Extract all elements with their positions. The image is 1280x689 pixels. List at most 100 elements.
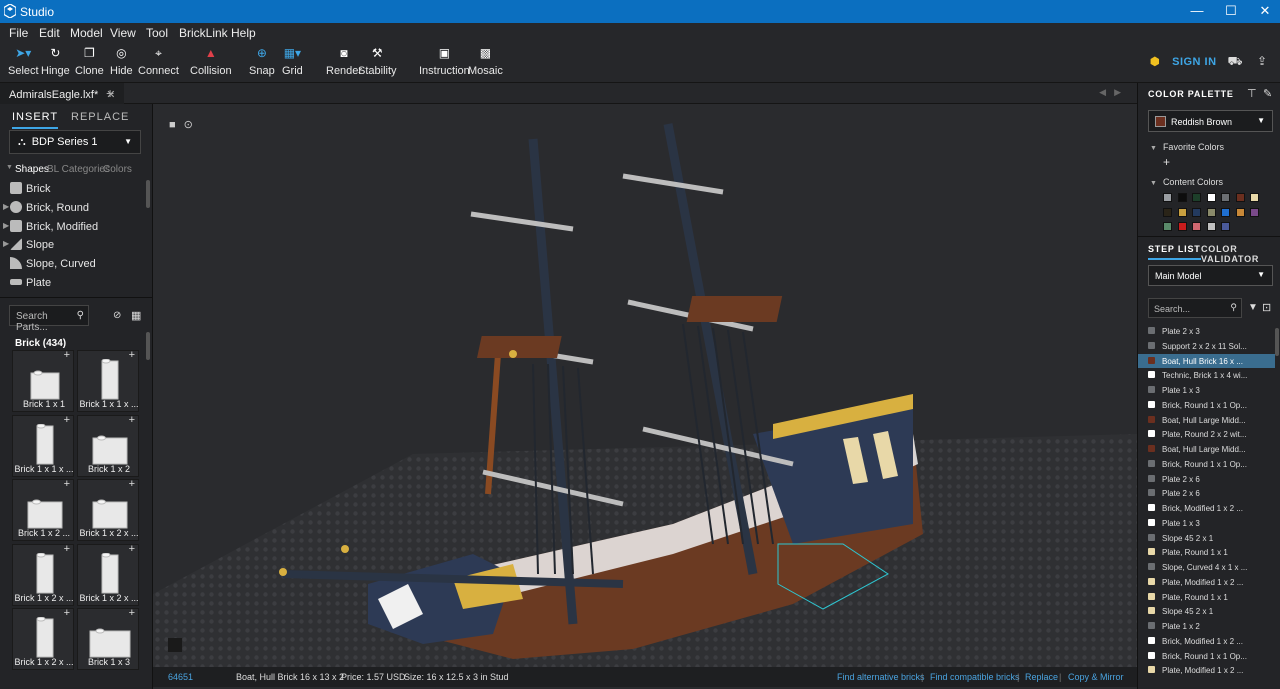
- menu-model[interactable]: Model: [70, 26, 103, 40]
- color-swatch[interactable]: [1250, 207, 1259, 217]
- step-list-item[interactable]: Plate, Round 1 x 1: [1138, 545, 1275, 560]
- menu-help[interactable]: Help: [231, 26, 256, 40]
- color-swatch[interactable]: [1163, 222, 1172, 231]
- step-list-item[interactable]: Slope 45 2 x 1: [1138, 531, 1275, 546]
- color-swatch[interactable]: [1192, 207, 1201, 217]
- cart-icon[interactable]: ⛟: [1226, 54, 1244, 72]
- shape-item-plate[interactable]: Plate: [0, 274, 146, 293]
- shape-item-brick-round[interactable]: ▶ Brick, Round: [0, 199, 146, 218]
- step-list-item[interactable]: Brick, Round 1 x 1 Op...: [1138, 398, 1275, 413]
- menu-edit[interactable]: Edit: [39, 26, 60, 40]
- color-swatch[interactable]: [1163, 207, 1172, 217]
- part-cell[interactable]: + Brick 1 x 2 ...: [12, 478, 74, 541]
- tab-scroll-arrows[interactable]: ◀▶: [1099, 87, 1129, 98]
- step-list-item[interactable]: Plate 2 x 6: [1138, 472, 1275, 487]
- eyedropper-icon[interactable]: ✎: [1263, 87, 1272, 100]
- step-list-item[interactable]: Plate, Modified 1 x 2 ...: [1138, 575, 1275, 590]
- clone-tool-button[interactable]: ❐ Clone: [75, 46, 104, 77]
- favorite-colors-section[interactable]: ▼ Favorite Colors: [1150, 142, 1224, 152]
- subtab-bl-categories[interactable]: BL Categories: [47, 164, 110, 175]
- part-cell[interactable]: + Brick 1 x 3: [77, 607, 139, 670]
- menu-file[interactable]: File: [9, 26, 28, 40]
- upload-icon[interactable]: ⇪: [1253, 54, 1271, 72]
- copy-mirror-link[interactable]: Copy & Mirror: [1068, 672, 1124, 682]
- hinge-tool-button[interactable]: ↻ Hinge: [41, 46, 70, 77]
- render-button[interactable]: ◙ Render: [326, 46, 362, 77]
- step-list-item[interactable]: Plate 2 x 6: [1138, 486, 1275, 501]
- hide-tool-button[interactable]: ◎ Hide: [110, 46, 133, 77]
- part-cell[interactable]: + Brick 1 x 2 x ...: [12, 607, 74, 670]
- color-swatch[interactable]: [1206, 222, 1216, 231]
- minimize-button[interactable]: —: [1182, 2, 1212, 20]
- step-list-item[interactable]: Technic, Brick 1 x 4 wi...: [1138, 368, 1275, 383]
- step-list-item[interactable]: Plate 1 x 3: [1138, 516, 1275, 531]
- step-list-item[interactable]: Plate, Round 2 x 2 wit...: [1138, 427, 1275, 442]
- link-icon[interactable]: ⊡: [1262, 301, 1271, 314]
- add-favorite-icon[interactable]: +: [1163, 155, 1170, 169]
- new-tab-button[interactable]: +: [106, 85, 114, 101]
- color-dropdown[interactable]: Reddish Brown ▼: [1148, 110, 1273, 132]
- part-cell[interactable]: + Brick 1 x 2 x ...: [77, 478, 139, 541]
- step-list-item[interactable]: Slope, Curved 4 x 1 x ...: [1138, 560, 1275, 575]
- connect-tool-button[interactable]: ⌖ Connect: [138, 46, 179, 77]
- step-list-item[interactable]: Boat, Hull Brick 16 x ...: [1138, 353, 1275, 369]
- mosaic-button[interactable]: ▩ Mosaic: [468, 46, 503, 77]
- shape-item-slope-curved[interactable]: Slope, Curved: [0, 255, 146, 274]
- step-list-item[interactable]: Plate 2 x 3: [1138, 324, 1275, 339]
- shape-item-brick[interactable]: Brick: [0, 180, 146, 199]
- tab-insert[interactable]: INSERT: [12, 111, 59, 129]
- shapes-scrollbar[interactable]: [146, 180, 150, 208]
- snap-tool-button[interactable]: ⊕ Snap: [249, 46, 275, 77]
- color-swatch[interactable]: [1192, 193, 1201, 202]
- color-swatch[interactable]: [1221, 222, 1230, 231]
- color-swatch[interactable]: [1177, 193, 1187, 202]
- part-cell[interactable]: + Brick 1 x 1 x ...: [77, 349, 139, 412]
- step-list-item[interactable]: Boat, Hull Large Midd...: [1138, 442, 1275, 457]
- part-cell[interactable]: + Brick 1 x 1: [12, 349, 74, 412]
- color-swatch[interactable]: [1177, 222, 1187, 231]
- maximize-button[interactable]: ☐: [1216, 2, 1246, 20]
- menu-view[interactable]: View: [110, 26, 136, 40]
- color-swatch[interactable]: [1192, 222, 1201, 231]
- shape-item-brick-modified[interactable]: ▶ Brick, Modified: [0, 218, 146, 237]
- color-swatch[interactable]: [1235, 193, 1245, 202]
- grid-view-icon[interactable]: ▦: [131, 309, 141, 322]
- content-colors-section[interactable]: ▼ Content Colors: [1150, 177, 1223, 187]
- select-tool-button[interactable]: ➤▾ Select: [8, 46, 39, 77]
- part-cell[interactable]: + Brick 1 x 2 x ...: [77, 543, 139, 606]
- color-swatch[interactable]: [1221, 207, 1230, 217]
- step-list-item[interactable]: Brick, Modified 1 x 2 ...: [1138, 634, 1275, 649]
- step-list-item[interactable]: Support 2 x 2 x 11 Sol...: [1138, 339, 1275, 354]
- step-list-item[interactable]: Plate 1 x 3: [1138, 383, 1275, 398]
- color-swatch[interactable]: [1163, 193, 1172, 202]
- tab-step-list[interactable]: STEP LIST: [1148, 244, 1201, 260]
- find-alternative-bricks-link[interactable]: Find alternative bricks: [837, 672, 925, 682]
- find-compatible-bricks-link[interactable]: Find compatible bricks: [930, 672, 1020, 682]
- video-camera-icon[interactable]: ■: [169, 119, 176, 131]
- step-search-input[interactable]: Search... ⚲: [1148, 298, 1242, 318]
- parts-search-input[interactable]: Search Parts... ⚲: [9, 305, 89, 333]
- filter-icon[interactable]: ▼: [1248, 302, 1258, 313]
- instruction-button[interactable]: ▣ Instruction: [419, 46, 470, 77]
- parts-scrollbar[interactable]: [146, 332, 150, 360]
- grid-tool-button[interactable]: ▦▾ Grid: [282, 46, 303, 77]
- replace-link[interactable]: Replace: [1025, 672, 1058, 682]
- 3d-viewport[interactable]: ■ ⊙ 64651 Boat, Hull Brick 16 x 13 x 2 Pr…: [153, 104, 1137, 689]
- tab-replace[interactable]: REPLACE: [71, 111, 129, 123]
- shape-item-slope[interactable]: ▶ Slope: [0, 236, 146, 255]
- step-list-scrollbar[interactable]: [1275, 328, 1279, 356]
- close-window-button[interactable]: ✕: [1250, 2, 1280, 20]
- step-list-item[interactable]: Brick, Round 1 x 1 Op...: [1138, 649, 1275, 664]
- palette-series-dropdown[interactable]: ⛬ BDP Series 1 ▼: [9, 130, 141, 154]
- subtab-colors[interactable]: Colors: [103, 164, 132, 175]
- filter-icon[interactable]: ⊘: [113, 310, 121, 321]
- paint-roller-icon[interactable]: ⊤: [1247, 87, 1257, 100]
- color-swatch[interactable]: [1206, 193, 1216, 202]
- color-swatch[interactable]: [1235, 207, 1245, 217]
- menu-tool[interactable]: Tool: [146, 26, 168, 40]
- step-list-item[interactable]: Plate, Round 1 x 1: [1138, 590, 1275, 605]
- step-list-item[interactable]: Brick, Round 1 x 1 Op...: [1138, 457, 1275, 472]
- model-dropdown[interactable]: Main Model ▼: [1148, 265, 1273, 286]
- stability-button[interactable]: ⚒ Stability: [358, 46, 397, 77]
- orbit-icon[interactable]: ⊙: [184, 119, 193, 131]
